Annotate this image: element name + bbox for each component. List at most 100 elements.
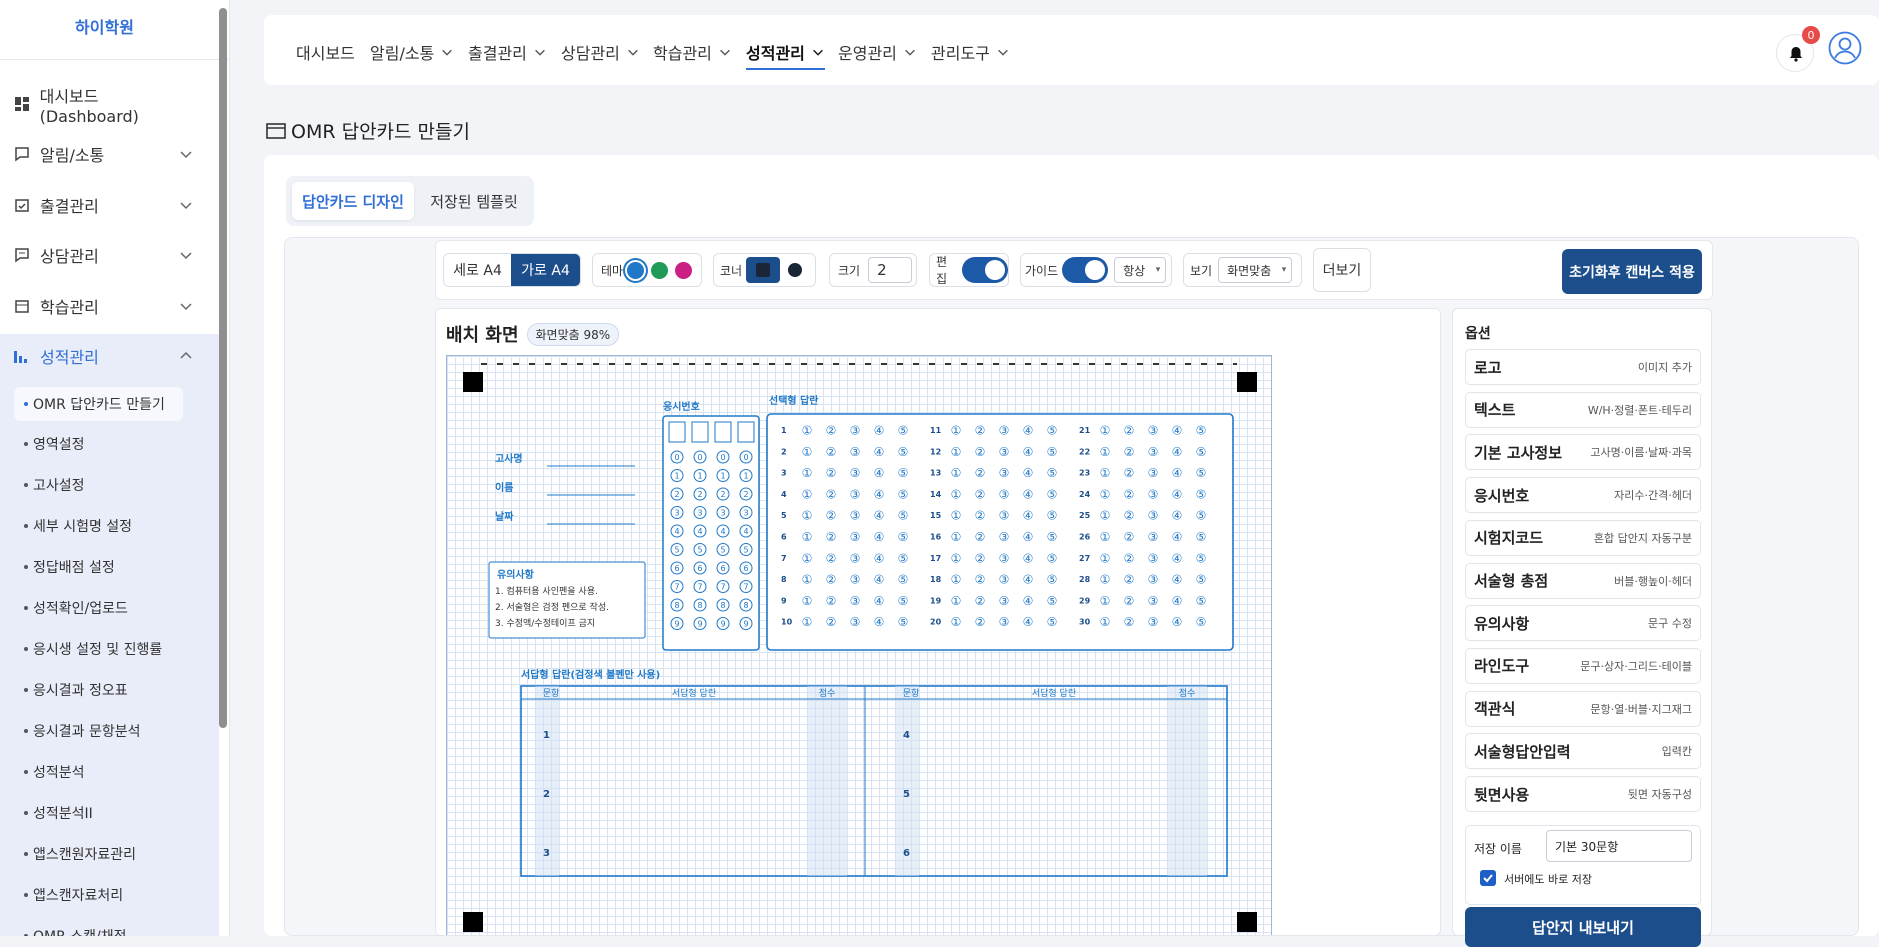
choice-bubble: ③ [1148,445,1159,459]
essay-header: 점수 [819,687,836,699]
exam-digit: 9 [674,620,679,629]
option-2[interactable]: 텍스트 W/H·정렬·폰트·테두리 [1465,391,1701,428]
topnav-dashboard[interactable]: 대시보드 [296,40,355,64]
topnav-attendance[interactable]: 출결관리 [468,40,547,64]
sidebar-sub-answer[interactable]: 정답배점 설정 [24,557,115,577]
choice-bubble: ② [826,615,837,629]
corner-square-button[interactable] [746,257,781,283]
export-answer-sheet-button[interactable]: 답안지 내보내기 [1465,907,1701,947]
guide-mode-select[interactable]: 항상 [1114,257,1167,283]
sidebar-sub-detail[interactable]: 세부 시험명 설정 [24,516,132,536]
option-9[interactable]: 객관식 문항·열·버블·지그재그 [1465,690,1701,727]
sidebar-sub-raw[interactable]: 앱스캔원자료관리 [24,844,136,864]
exam-digit: 9 [697,620,702,629]
view-mode-select[interactable]: 화면맞춤 [1218,257,1293,283]
topnav-grades[interactable]: 성적관리 [746,40,825,70]
choice-bubble: ② [975,615,986,629]
bell-icon [1790,47,1802,62]
topnav-operation[interactable]: 운영관리 [838,40,917,64]
sidebar-sub-item-analysis[interactable]: 응시결과 문항분석 [24,721,141,741]
user-avatar-icon[interactable] [1828,31,1862,65]
option-desc: 혼합 답안지 자동구분 [1593,531,1692,545]
option-3[interactable]: 기본 고사정보 고사명·이름·날짜·과목 [1465,434,1701,471]
sidebar-item-attendance[interactable]: 출결관리 [14,191,194,219]
option-title: 텍스트 [1474,401,1516,420]
server-save-checkbox[interactable] [1480,870,1496,886]
option-10[interactable]: 서술형답안입력 입력칸 [1465,733,1701,770]
choice-bubble: ③ [1148,424,1159,438]
choice-bubble: ⑤ [1047,615,1058,629]
choice-bubble: ① [951,530,962,544]
sidebar-sub-exam[interactable]: 고사설정 [24,475,85,495]
reset-apply-canvas-button[interactable]: 초기화후 캔버스 적용 [1562,249,1702,294]
guide-toggle[interactable] [1062,257,1109,283]
essay-header: 점수 [1179,687,1196,699]
choice-bubble: ② [826,466,837,480]
sidebar-item-study[interactable]: 학습관리 [14,292,194,320]
choice-bubble: ① [951,509,962,523]
essay-header: 서답형 답란 [1032,687,1076,699]
choice-bubble: ⑤ [898,424,909,438]
exam-digit: 3 [674,509,679,518]
option-6[interactable]: 서술형 총점 버블·행높이·헤더 [1465,562,1701,599]
calendar-check-icon [14,197,30,213]
option-1[interactable]: 로고 이미지 추가 [1465,349,1701,385]
brand-logo[interactable]: 하이학원 [0,0,229,60]
option-desc: 문구·상자·그리드·테이블 [1580,659,1692,673]
chevron-down-icon[interactable] [178,197,194,213]
question-number: 8 [781,575,787,584]
chevron-down-icon[interactable] [178,247,194,263]
theme-color-blue[interactable] [627,261,645,279]
question-number: 12 [930,447,941,456]
choice-bubble: ⑤ [1196,615,1207,629]
sidebar-item-grades[interactable]: 성적관리 [14,342,194,370]
size-input[interactable]: 2 [868,257,913,283]
sidebar-item-notice[interactable]: 알림/소통 [14,140,194,168]
sidebar-sub-process[interactable]: 앱스캔자료처리 [24,885,123,905]
edit-toggle[interactable] [962,257,1008,283]
topnav-study[interactable]: 학습관리 [653,40,732,64]
choice-bubble: ② [1124,487,1135,501]
sidebar-sub-progress[interactable]: 응시생 설정 및 진행률 [24,639,162,659]
chevron-down-icon[interactable] [178,298,194,314]
theme-color-green[interactable] [651,261,669,279]
sidebar-sub-analysis[interactable]: 성적분석 [24,762,85,782]
tab-design[interactable]: 답안카드 디자인 [292,182,414,220]
sidebar-sub-area[interactable]: 영역설정 [24,434,85,454]
theme-color-pink[interactable] [675,261,693,279]
exam-digit: 2 [697,490,702,499]
corner-circle-button[interactable] [780,257,810,283]
option-5[interactable]: 시험지코드 혼합 답안지 자동구분 [1465,519,1701,556]
essay-number: 5 [903,789,910,800]
exam-digit: 5 [720,546,725,555]
sidebar-item-dashboard[interactable]: 대시보드(Dashboard) [14,87,194,126]
option-8[interactable]: 라인도구 문구·상자·그리드·테이블 [1465,647,1701,684]
exam-digit: 5 [697,546,702,555]
omr-sheet[interactable]: 고사명 이름 날짜 유의사항 1. 컴퓨터용 사인펜을 사용. 2. 서술형은 검정 펜… [446,355,1272,935]
more-button[interactable]: 더보기 [1313,248,1371,292]
topnav-counsel[interactable]: 상담관리 [561,40,640,64]
option-7[interactable]: 유의사항 문구 수정 [1465,605,1701,642]
sidebar-scrollbar[interactable] [219,8,227,728]
option-4[interactable]: 응시번호 자리수·간격·헤더 [1465,477,1701,514]
sidebar-sub-upload[interactable]: 성적확인/업로드 [24,598,128,618]
tab-saved-templates[interactable]: 저장된 템플릿 [424,182,524,220]
topnav-tools[interactable]: 관리도구 [931,40,1010,64]
chevron-down-icon[interactable] [178,146,194,162]
sidebar-sub-analysis2[interactable]: 성적분석II [24,803,93,823]
choice-bubble: ④ [1172,594,1183,608]
chevron-up-icon[interactable] [178,348,194,364]
canvas-title: 배치 화면 [446,325,519,346]
portrait-a4-button[interactable]: 세로 A4 [444,254,511,286]
choice-bubble: ⑤ [1196,573,1207,587]
topnav-notice[interactable]: 알림/소통 [370,40,454,64]
sidebar-sub-omr[interactable]: OMR 답안카드 만들기 [14,387,183,421]
landscape-a4-button[interactable]: 가로 A4 [511,254,580,286]
sidebar-item-label: 출결관리 [40,197,99,216]
sidebar-sub-result[interactable]: 응시결과 정오표 [24,680,128,700]
option-11[interactable]: 뒷면사용 뒷면 자동구성 [1465,776,1701,812]
sidebar-sub-scan[interactable]: OMR 스캔/채점 [24,926,127,936]
choice-bubble: ① [802,594,813,608]
sidebar-item-counsel[interactable]: 상담관리 [14,241,194,269]
save-name-input[interactable]: 기본 30문항 [1546,830,1692,862]
